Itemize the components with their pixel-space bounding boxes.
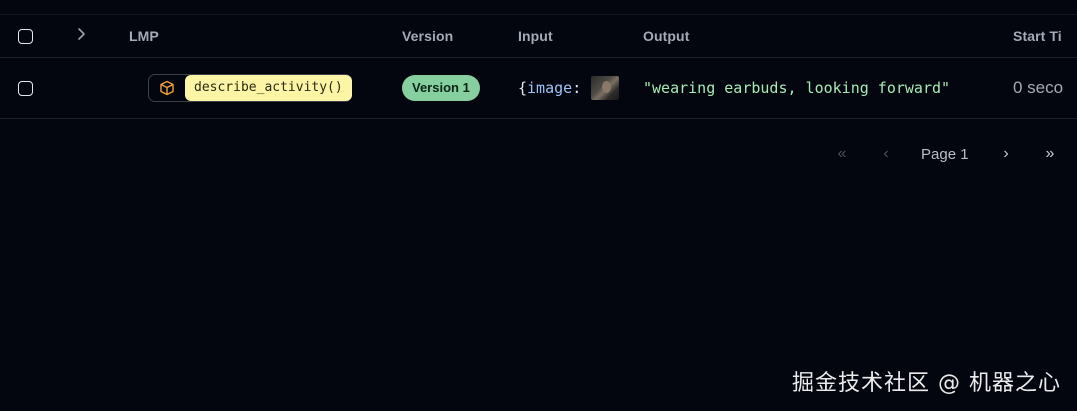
input-image-thumbnail[interactable] bbox=[591, 76, 620, 100]
select-all-cell bbox=[18, 15, 33, 57]
expand-all-cell bbox=[76, 15, 88, 57]
first-page-button[interactable]: « bbox=[832, 140, 852, 168]
header-lmp[interactable]: LMP bbox=[129, 15, 159, 57]
lmp-name: describe_activity() bbox=[185, 75, 352, 101]
box-icon bbox=[159, 79, 177, 97]
table-header-row: LMP Version Input Output Start Ti bbox=[0, 14, 1077, 58]
start-time-cell: 0 seco bbox=[1013, 58, 1063, 118]
header-output[interactable]: Output bbox=[643, 15, 689, 57]
watermark: 掘金技术社区 @ 机器之心 bbox=[792, 371, 1061, 396]
header-version-label: Version bbox=[402, 28, 454, 44]
double-chevron-right-icon: » bbox=[1045, 145, 1055, 162]
header-lmp-label: LMP bbox=[129, 28, 159, 44]
start-time-text: 0 seco bbox=[1013, 78, 1064, 97]
input-cell: {image: bbox=[518, 58, 620, 118]
output-text: "wearing earbuds, looking forward" bbox=[643, 79, 951, 97]
input-open-brace: { bbox=[518, 79, 528, 97]
next-page-button[interactable]: › bbox=[996, 140, 1016, 168]
chevron-left-icon: ‹ bbox=[883, 145, 889, 162]
row-select-checkbox[interactable] bbox=[18, 80, 33, 96]
select-all-checkbox[interactable] bbox=[18, 28, 33, 44]
header-output-label: Output bbox=[643, 28, 690, 44]
lmp-chip[interactable]: describe_activity() bbox=[148, 74, 352, 102]
version-cell: Version 1 bbox=[402, 58, 480, 118]
chevron-right-icon[interactable] bbox=[76, 27, 88, 46]
prev-page-button[interactable]: ‹ bbox=[876, 140, 896, 168]
page: LMP Version Input Output Start Ti descri… bbox=[0, 0, 1077, 411]
header-start-time[interactable]: Start Ti bbox=[1013, 15, 1062, 57]
table-row[interactable]: describe_activity() Version 1 {image: "w… bbox=[0, 58, 1077, 119]
input-colon: : bbox=[572, 79, 582, 97]
output-cell: "wearing earbuds, looking forward" bbox=[643, 58, 950, 118]
header-input-label: Input bbox=[518, 28, 553, 44]
chevron-right-icon: › bbox=[1003, 145, 1009, 162]
input-key: image bbox=[527, 79, 573, 97]
lmp-cell: describe_activity() bbox=[148, 58, 352, 118]
last-page-button[interactable]: » bbox=[1040, 140, 1060, 168]
header-start-time-label: Start Ti bbox=[1013, 28, 1062, 44]
row-select-cell bbox=[18, 58, 33, 118]
version-badge[interactable]: Version 1 bbox=[402, 75, 480, 101]
pagination: « ‹ Page 1 › » bbox=[0, 140, 1077, 168]
header-input[interactable]: Input bbox=[518, 15, 553, 57]
invocations-table: LMP Version Input Output Start Ti descri… bbox=[0, 14, 1077, 119]
double-chevron-left-icon: « bbox=[837, 145, 847, 162]
header-version[interactable]: Version bbox=[402, 15, 453, 57]
page-indicator: Page 1 bbox=[921, 145, 969, 163]
